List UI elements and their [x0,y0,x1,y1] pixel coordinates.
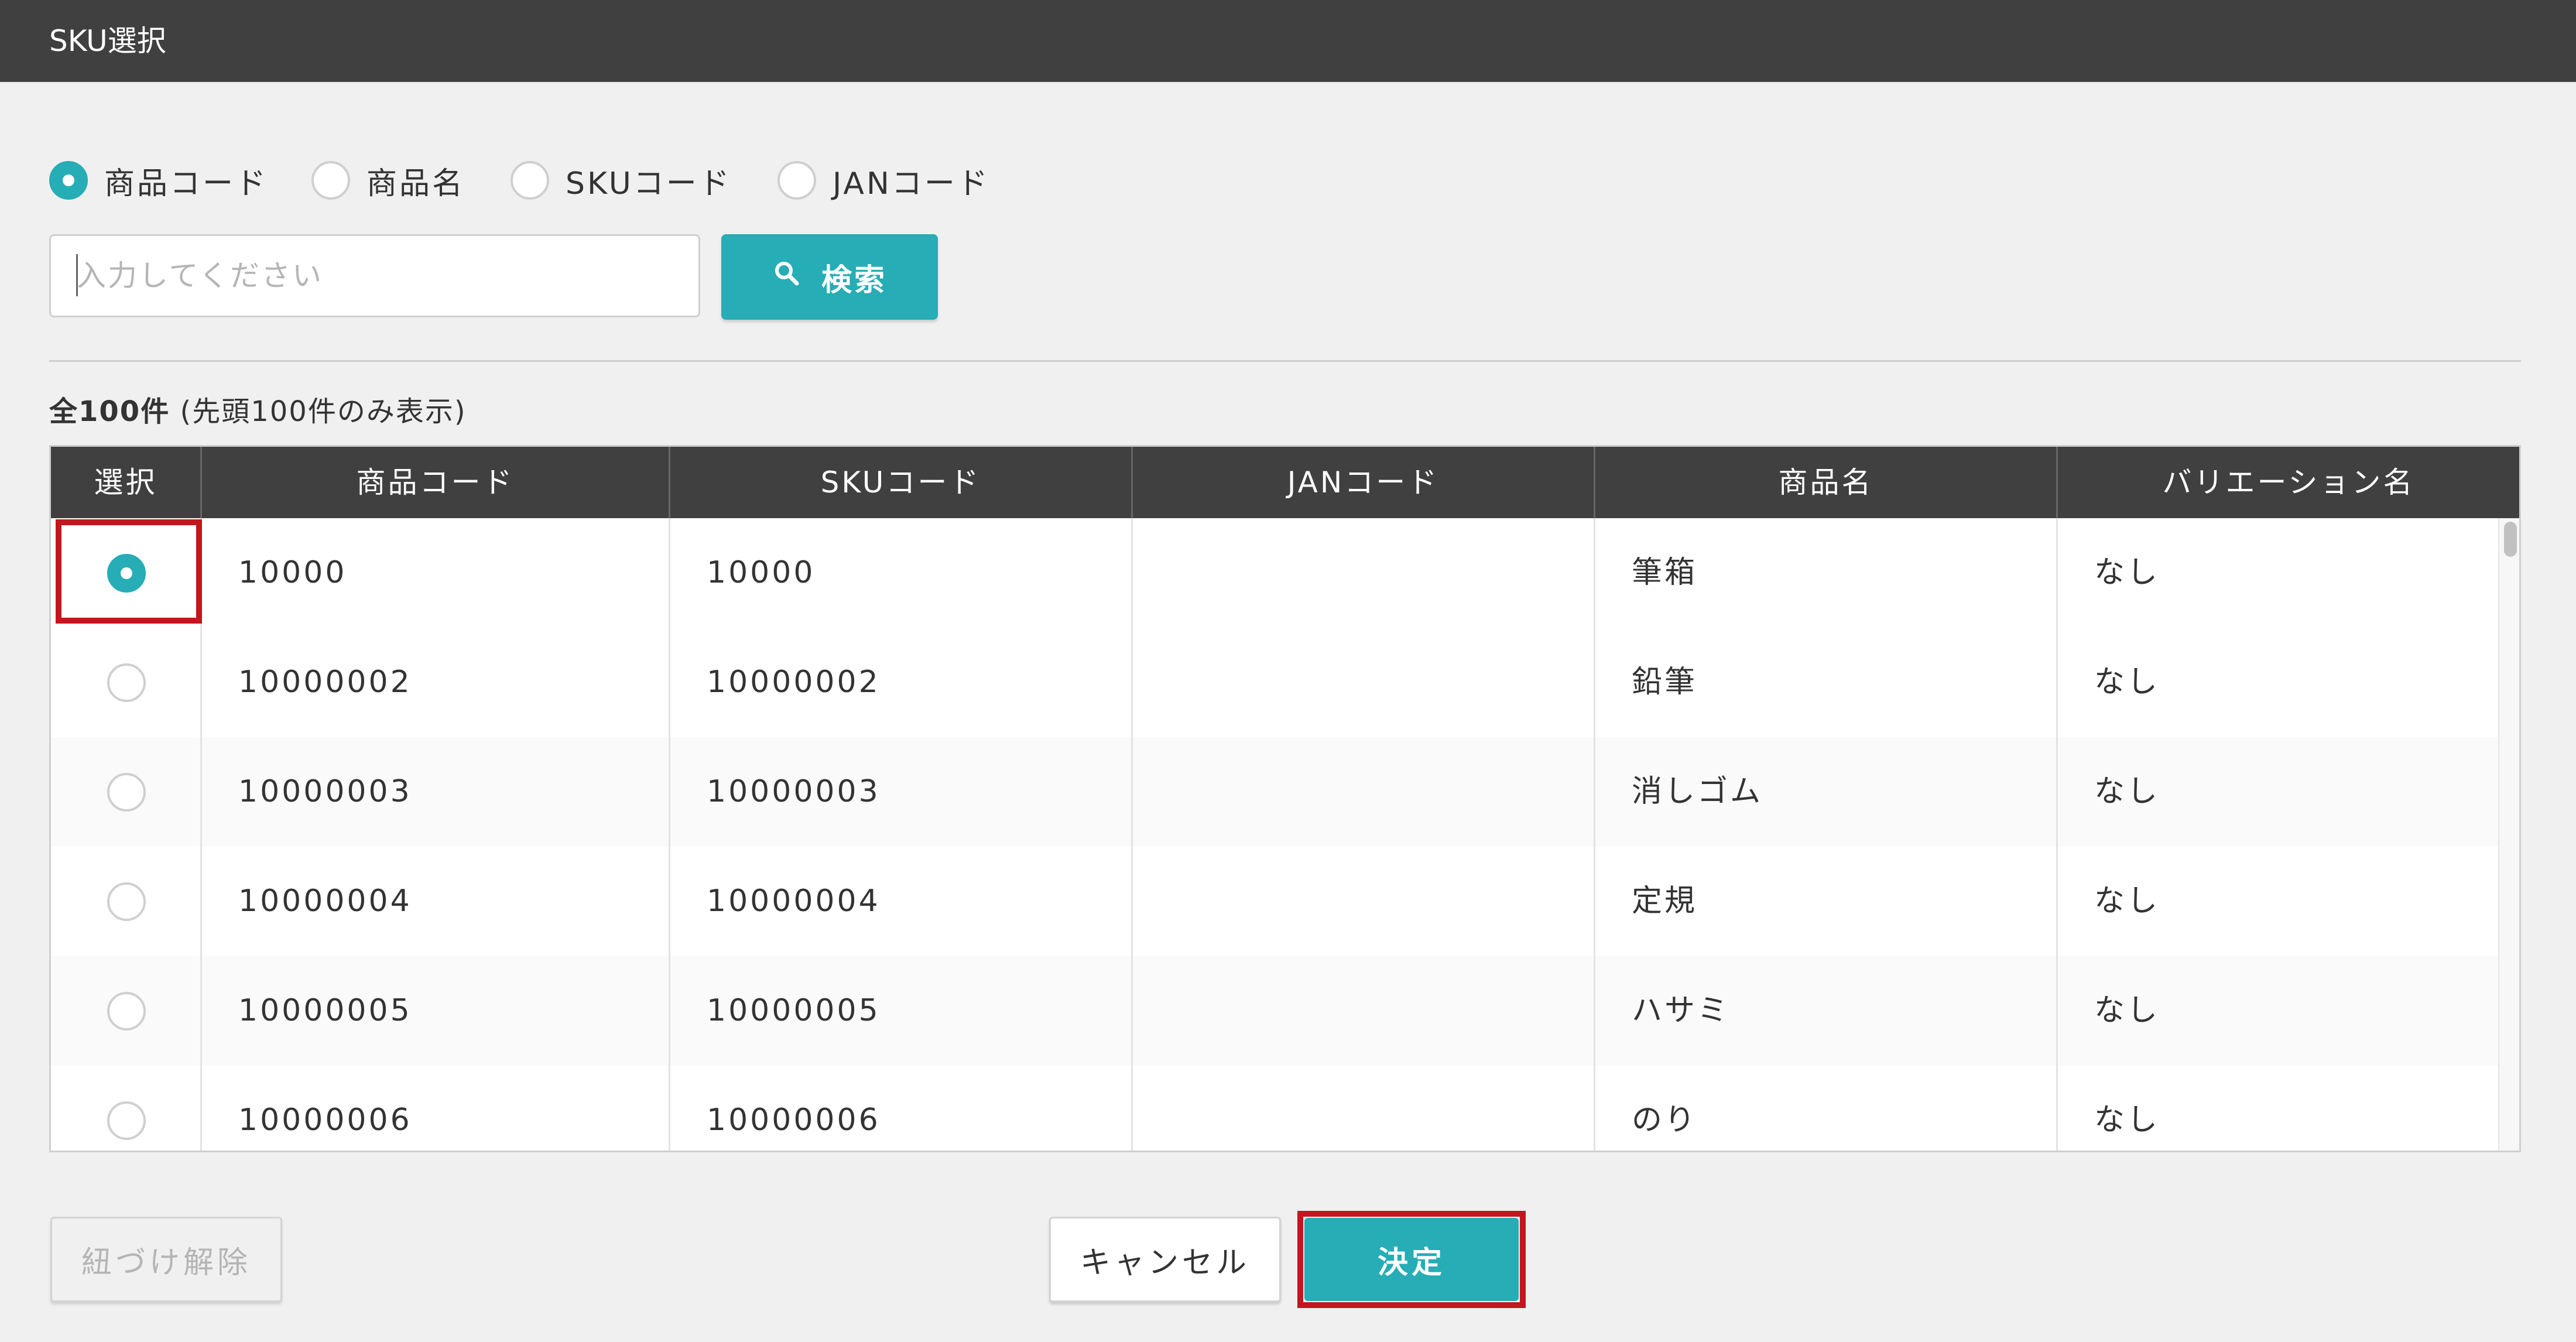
row-radio-button[interactable] [107,772,146,812]
column-header-variation: バリエーション名 [2162,465,2415,499]
selection-highlight-box [56,519,202,624]
search-type-product-name[interactable]: 商品名 [311,157,465,204]
row-radio-button[interactable] [107,663,146,702]
cell-product-name: 消しゴム [1632,774,1763,809]
cell-jan-code [1133,956,1169,1066]
table-row[interactable]: 10000 10000 筆箱 なし [51,518,2498,628]
cell-jan-code [1133,628,1169,737]
row-select-cell[interactable] [51,628,202,737]
row-radio-button[interactable] [107,1101,146,1140]
column-header-product-code: 商品コード [202,447,670,518]
column-divider [669,518,670,1151]
cell-jan-code [1133,737,1169,847]
cell-variation: なし [2094,1103,2160,1138]
scrollbar-thumb[interactable] [2504,522,2517,557]
result-count: 全100件 (先頭100件のみ表示) [49,391,467,432]
row-select-cell[interactable] [51,737,202,847]
search-type-label: 商品コード [104,166,269,201]
column-header-product-name: 商品名 [1595,447,2058,518]
cell-product-name: ハサミ [1632,993,1731,1028]
column-divider [2056,518,2058,1151]
search-type-label: SKUコード [566,166,732,201]
table-row[interactable]: 10000005 10000005 ハサミ なし [51,956,2498,1066]
cell-product-code: 10000002 [238,665,412,700]
search-button-label: 検索 [821,262,887,298]
result-note: (先頭100件のみ表示) [180,395,467,428]
cell-sku-code: 10000 [707,555,816,590]
cell-sku-code: 10000005 [707,993,881,1028]
cell-jan-code [1133,847,1169,956]
unlink-button[interactable]: 紐づけ解除 [50,1217,282,1302]
search-type-jan-code[interactable]: JANコード [777,157,990,204]
cell-product-name: のり [1632,1103,1698,1138]
row-select-cell[interactable] [51,956,202,1066]
cell-product-name: 鉛筆 [1632,665,1698,700]
row-select-cell[interactable] [51,1066,202,1151]
column-divider [1131,518,1133,1151]
search-type-label: 商品名 [366,166,465,201]
cell-product-name: 定規 [1632,884,1698,919]
table-body: 10000 10000 筆箱 なし 10000002 10000002 鉛筆 な… [51,518,2498,1151]
table-row[interactable]: 10000004 10000004 定規 なし [51,847,2498,956]
cell-variation: なし [2094,993,2160,1028]
column-divider [1594,518,1595,1151]
column-header-jan-code: JANコード [1133,447,1595,518]
cell-sku-code: 10000003 [707,774,881,809]
search-icon [772,259,801,296]
column-header-select: 選択 [51,447,202,518]
row-radio-button[interactable] [107,991,146,1031]
table-scrollbar[interactable] [2498,518,2519,1151]
sku-table: 選択 商品コード SKUコード JANコード 商品名 バリエーション名 1000… [49,445,2521,1152]
cell-jan-code [1133,518,1169,628]
dialog-title: SKU選択 [0,0,2576,82]
table-row[interactable]: 10000006 10000006 のり なし [51,1066,2498,1151]
cell-product-code: 10000005 [238,993,412,1028]
cell-sku-code: 10000004 [707,884,881,919]
cell-sku-code: 10000002 [707,665,881,700]
search-button[interactable]: 検索 [721,234,938,320]
table-row[interactable]: 10000003 10000003 消しゴム なし [51,737,2498,847]
result-total: 全100件 [49,395,170,428]
cell-product-code: 10000003 [238,774,412,809]
row-select-cell[interactable] [51,847,202,956]
cell-variation: なし [2094,665,2160,700]
table-row[interactable]: 10000002 10000002 鉛筆 なし [51,628,2498,737]
divider [49,360,2521,362]
radio-button[interactable] [311,161,350,200]
radio-button[interactable] [49,161,88,200]
cell-product-code: 10000006 [238,1103,412,1138]
cell-product-code: 10000 [238,555,347,590]
table-header: 選択 商品コード SKUコード JANコード 商品名 バリエーション名 [51,447,2519,518]
search-type-sku-code[interactable]: SKUコード [511,157,732,204]
cell-jan-code [1133,1066,1169,1151]
row-radio-button[interactable] [107,882,146,921]
search-input[interactable] [49,234,700,317]
text-caret [76,254,78,296]
radio-button[interactable] [777,161,816,200]
cell-product-name: 筆箱 [1632,555,1698,590]
radio-button[interactable] [511,161,549,200]
cell-product-code: 10000004 [238,884,412,919]
search-type-product-code[interactable]: 商品コード [49,157,268,204]
column-header-sku-code: SKUコード [670,447,1133,518]
cell-sku-code: 10000006 [707,1103,881,1138]
confirm-highlight-box [1297,1211,1526,1308]
cell-variation: なし [2094,884,2160,919]
cell-variation: なし [2094,555,2160,590]
cancel-button[interactable]: キャンセル [1049,1217,1281,1302]
search-type-label: JANコード [833,166,990,201]
cell-variation: なし [2094,774,2160,809]
